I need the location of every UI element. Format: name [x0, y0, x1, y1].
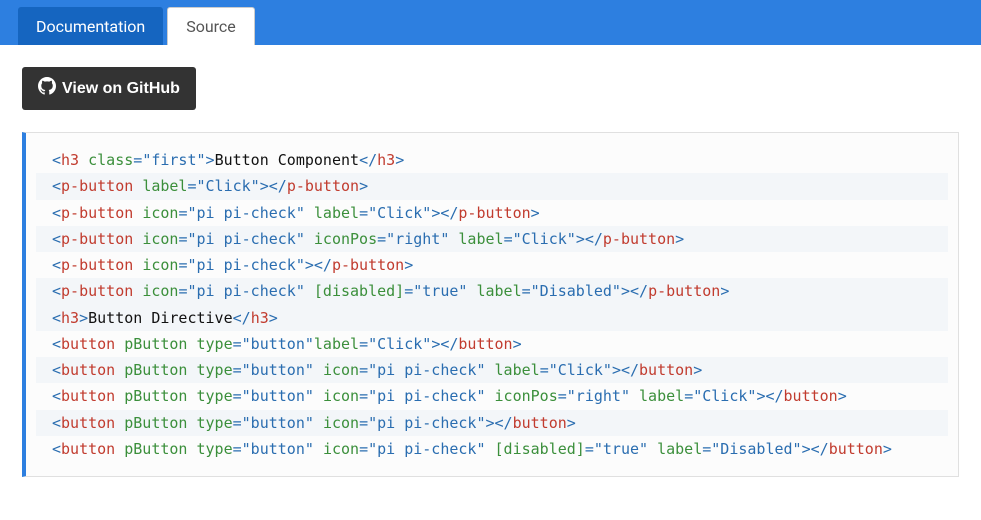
code-line: <p-button icon="pi pi-check" label="Clic…: [36, 200, 948, 226]
code-line: <h3>Button Directive</h3>: [36, 305, 948, 331]
code-line: <button pButton type="button" icon="pi p…: [36, 357, 948, 383]
code-line: <h3 class="first">Button Component</h3>: [36, 147, 948, 173]
tab-bar: Documentation Source: [0, 0, 981, 45]
code-line: <button pButton type="button" icon="pi p…: [36, 383, 948, 409]
code-line: <button pButton type="button"label="Clic…: [36, 331, 948, 357]
code-line: <p-button icon="pi pi-check"></p-button>: [36, 252, 948, 278]
code-line: <p-button icon="pi pi-check" iconPos="ri…: [36, 226, 948, 252]
code-block: <h3 class="first">Button Component</h3><…: [22, 132, 959, 477]
view-on-github-button[interactable]: View on GitHub: [22, 67, 196, 110]
content-area: View on GitHub <h3 class="first">Button …: [0, 45, 981, 499]
code-line: <p-button icon="pi pi-check" [disabled]=…: [36, 278, 948, 304]
code-line: <button pButton type="button" icon="pi p…: [36, 436, 948, 462]
code-line: <button pButton type="button" icon="pi p…: [36, 410, 948, 436]
code-line: <p-button label="Click"></p-button>: [36, 173, 948, 199]
github-button-label: View on GitHub: [62, 80, 180, 98]
tab-documentation[interactable]: Documentation: [18, 7, 163, 45]
tab-source[interactable]: Source: [167, 7, 255, 45]
github-icon: [38, 77, 56, 100]
